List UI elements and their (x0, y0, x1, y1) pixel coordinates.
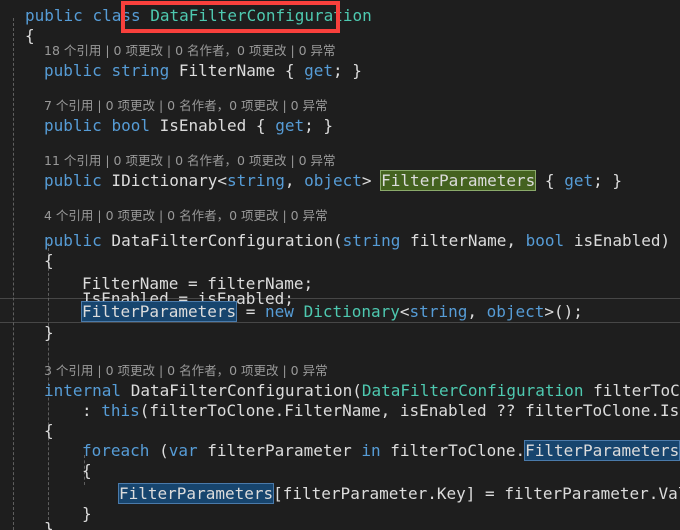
symbol-reference-highlight[interactable]: FilterParameters (80, 301, 238, 322)
code-line[interactable]: public string FilterName { get; } (44, 58, 680, 83)
symbol-definition-highlight[interactable]: FilterParameters (380, 170, 537, 191)
code-line[interactable]: public IDictionary<string, object> Filte… (44, 168, 680, 193)
codelens-references[interactable]: 4 个引用 | 0 项更改 | 0 名作者，0 项更改 | 0 异常 (44, 203, 328, 228)
indent-guide (13, 18, 14, 530)
code-line[interactable]: { (82, 458, 680, 483)
code-line[interactable]: public bool IsEnabled { get; } (44, 113, 680, 138)
code-line[interactable]: } (44, 516, 680, 530)
code-editor-surface[interactable]: public class DataFilterConfiguration { 1… (0, 0, 680, 530)
code-line[interactable]: { (44, 248, 680, 273)
code-line[interactable]: } (44, 320, 680, 345)
